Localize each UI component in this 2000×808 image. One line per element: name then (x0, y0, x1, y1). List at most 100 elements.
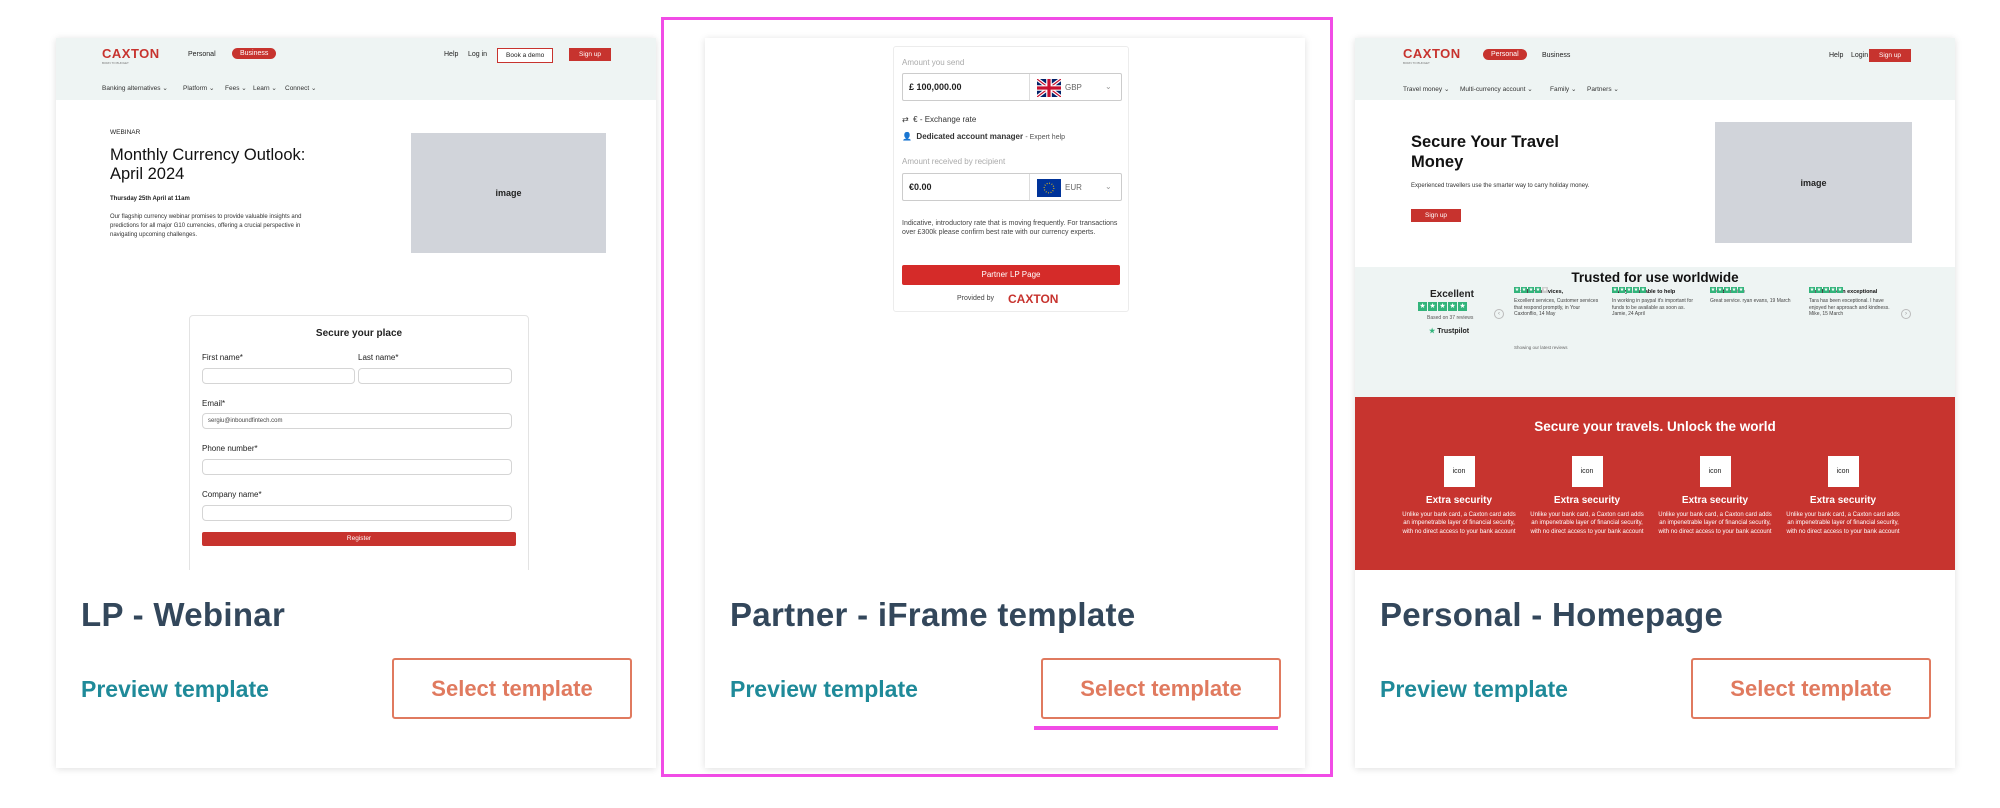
last-name-label: Last name* (358, 353, 399, 362)
partner-lp-button: Partner LP Page (902, 265, 1120, 285)
feature-item: icon Extra security Unlike your bank card,… (1784, 456, 1902, 536)
feature-item: icon Extra security Unlike your bank card,… (1528, 456, 1646, 536)
last-name-field (358, 368, 512, 384)
receive-amount-field: €0.00 EUR ⌄ (902, 173, 1122, 201)
review-card: ★★★★★Always available to helpIn working … (1612, 287, 1693, 318)
rating-label: Excellent (1430, 289, 1474, 300)
carousel-next-icon: › (1901, 309, 1911, 319)
register-button: Register (202, 532, 516, 546)
rating-stars: ★ ★ ★ ★ ★ (1418, 302, 1467, 311)
image-placeholder: image (411, 133, 606, 253)
feature-icon: icon (1827, 456, 1859, 487)
provided-by-label: Provided by (957, 295, 994, 302)
first-name-field (202, 368, 355, 384)
trust-section: Trusted for use worldwide Excellent ★ ★ ★ ★… (1355, 267, 1955, 397)
signup-button: Sign up (569, 48, 612, 61)
rate-disclaimer: Indicative, introductory rate that is mo… (902, 220, 1118, 237)
feature-icon: icon (1443, 456, 1475, 487)
hero-signup-button: Sign up (1411, 209, 1462, 222)
review-card: ★★★★★Excellent services,Excellent servic… (1514, 287, 1599, 318)
eyebrow: WEBINAR (110, 129, 141, 136)
band-title: Secure your travels. Unlock the world (1534, 419, 1776, 434)
company-label: Company name* (202, 490, 262, 499)
swap-icon: ⇄ (902, 115, 909, 124)
feature-item: icon Extra security Unlike your bank card,… (1400, 456, 1518, 536)
carousel-prev-icon: ‹ (1494, 309, 1504, 319)
card-title: Personal - Homepage (1380, 596, 1724, 633)
review-card: ★★★★★Great serviceGreat service. ryan ev… (1710, 287, 1791, 305)
preview-template-link[interactable]: Preview template (730, 676, 918, 703)
subnav-item: Platform ⌄ (183, 85, 215, 92)
feature-item: icon Extra security Unlike your bank card,… (1656, 456, 1774, 536)
template-thumbnail: CAXTON BORN TO BUDGET Personal Business H… (1355, 38, 1955, 570)
receive-label: Amount received by recipient (902, 157, 1006, 166)
form-title: Secure your place (315, 328, 403, 339)
template-thumbnail: CAXTON BORN TO BUDGET Personal Business H… (56, 38, 656, 570)
select-template-button[interactable]: Select template (1041, 658, 1281, 719)
fx-widget: Amount you send £ 100,000.00 GBP ⌄ ⇄ € -… (893, 46, 1129, 312)
template-card-lp-webinar[interactable]: CAXTON BORN TO BUDGET Personal Business H… (56, 38, 656, 768)
register-form: Secure your place First name* Last name*… (189, 315, 529, 570)
event-description: Our flagship currency webinar promises t… (110, 214, 302, 238)
subnav-item: Family ⌄ (1550, 86, 1577, 93)
trust-title: Trusted for use worldwide (1571, 270, 1739, 285)
nav-login: Login (1851, 52, 1869, 59)
template-thumbnail: Amount you send £ 100,000.00 GBP ⌄ ⇄ € -… (705, 38, 1305, 570)
send-label: Amount you send (902, 58, 965, 67)
card-title: LP - Webinar (81, 596, 286, 633)
selected-button-underline (1034, 726, 1278, 730)
nav-help: Help (444, 51, 459, 58)
subnav-item: Banking alternatives ⌄ (102, 85, 168, 92)
nav-business: Business (232, 48, 277, 59)
nav-personal: Personal (188, 51, 216, 58)
chevron-down-icon: ⌄ (1105, 182, 1112, 191)
send-amount-field: £ 100,000.00 GBP ⌄ (902, 73, 1122, 101)
person-icon: 👤 (902, 132, 912, 141)
eu-flag-icon (1037, 179, 1061, 197)
account-manager-row: 👤 Dedicated account manager - Expert hel… (902, 132, 1066, 141)
event-date: Thursday 25th April at 11am (110, 196, 190, 202)
subnav-item: Connect ⌄ (285, 85, 317, 92)
mock-nav: CAXTON BORN TO BUDGET Personal Business H… (56, 38, 656, 100)
card-title: Partner - iFrame template (730, 596, 1136, 633)
nav-help: Help (1829, 52, 1844, 59)
chevron-down-icon: ⌄ (1105, 82, 1112, 91)
email-field: sergiu@inboundfintech.com (202, 413, 512, 429)
caxton-logo: CAXTON (1008, 292, 1059, 306)
nav-login: Log in (468, 51, 488, 58)
review-count: Based on 37 reviews (1427, 315, 1474, 321)
phone-label: Phone number* (202, 444, 258, 453)
uk-flag-icon (1037, 79, 1061, 97)
hero-subtitle: Experienced travellers use the smarter w… (1411, 183, 1590, 189)
features-band: Secure your travels. Unlock the world ic… (1355, 397, 1955, 570)
nav-business: Business (1542, 52, 1571, 59)
hero-headline: Secure Your Travel Money (1411, 133, 1559, 171)
nav-personal: Personal (1483, 49, 1527, 60)
subnav-item: Travel money ⌄ (1403, 86, 1450, 93)
select-template-button[interactable]: Select template (1691, 658, 1931, 719)
select-template-button[interactable]: Select template (392, 658, 632, 719)
subnav-item: Learn ⌄ (253, 85, 277, 92)
phone-field (202, 459, 512, 475)
showing-reviews-note: Showing our latest reviews (1514, 345, 1568, 350)
subnav-item: Fees ⌄ (225, 85, 247, 92)
hero-headline: Monthly Currency Outlook: April 2024 (110, 146, 306, 184)
first-name-label: First name* (202, 353, 243, 362)
mock-nav: CAXTON BORN TO BUDGET Personal Business H… (1355, 38, 1955, 100)
template-card-personal-homepage[interactable]: CAXTON BORN TO BUDGET Personal Business H… (1355, 38, 1955, 768)
book-demo-button: Book a demo (497, 48, 554, 63)
exchange-rate-row: ⇄ € - Exchange rate (902, 115, 977, 124)
caxton-logo: CAXTON BORN TO BUDGET (102, 46, 160, 65)
company-field (202, 505, 512, 521)
subnav-item: Partners ⌄ (1587, 86, 1619, 93)
template-card-partner-iframe[interactable]: Amount you send £ 100,000.00 GBP ⌄ ⇄ € -… (705, 38, 1305, 768)
preview-template-link[interactable]: Preview template (1380, 676, 1568, 703)
review-card: ★ ★ ★ ★ ★ Tara has been exceptional Tara has b… (1809, 287, 1890, 318)
feature-icon: icon (1699, 456, 1731, 487)
email-label: Email* (202, 399, 226, 408)
trustpilot-logo: ★ Trustpilot (1429, 328, 1470, 335)
feature-icon: icon (1571, 456, 1603, 487)
preview-template-link[interactable]: Preview template (81, 676, 269, 703)
caxton-logo: CAXTON BORN TO BUDGET (1403, 46, 1461, 65)
subnav-item: Multi-currency account ⌄ (1460, 86, 1533, 93)
